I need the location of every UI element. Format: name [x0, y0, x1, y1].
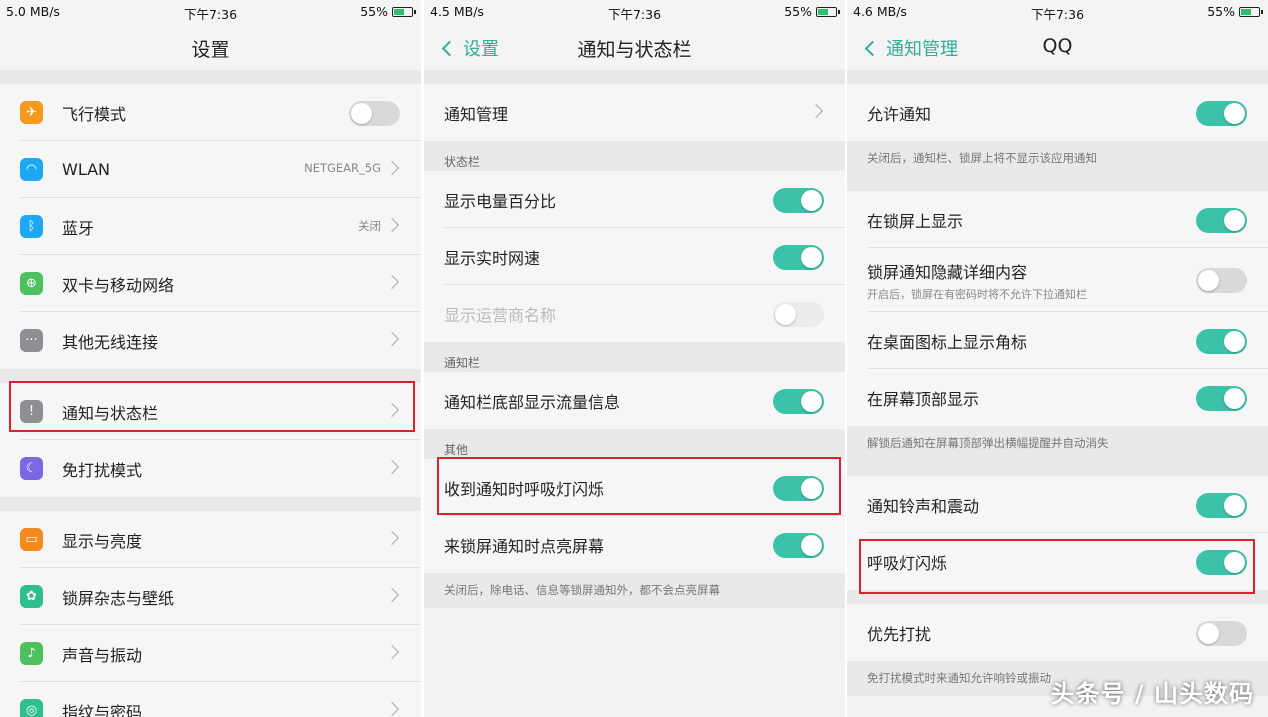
- chevron-right-icon: [384, 331, 400, 347]
- section-header-other: 其他: [424, 429, 845, 459]
- chevron-right-icon: [384, 530, 400, 546]
- qq-notification-panel: 4.6 MB/s 下午7:36 55% 通知管理 QQ 允许通知 关闭后，通知栏…: [847, 0, 1268, 717]
- wake-screen-toggle[interactable]: [773, 533, 824, 558]
- wifi-icon: ◠: [20, 158, 43, 181]
- clock: 下午7:36: [607, 7, 662, 22]
- battery-percent: 55%: [360, 4, 388, 19]
- chevron-right-icon: [384, 402, 400, 418]
- wake-screen-note: 关闭后，除电话、信息等锁屏通知外，都不会点亮屏幕: [424, 573, 845, 608]
- display-icon: ▭: [20, 528, 43, 551]
- lockscreen-hide-item[interactable]: 锁屏通知隐藏详细内容 开启后，锁屏在有密码时将不允许下拉通知栏: [847, 248, 1268, 312]
- traffic-info-item[interactable]: 通知栏底部显示流量信息: [424, 372, 845, 429]
- wlan-value: NETGEAR_5G: [304, 161, 381, 175]
- chevron-right-icon: [384, 274, 400, 290]
- chevron-right-icon: [384, 644, 400, 660]
- chevron-right-icon: [808, 103, 824, 119]
- settings-item-notifications[interactable]: ! 通知与状态栏: [0, 383, 421, 440]
- moon-icon: ☾: [20, 457, 43, 480]
- top-display-note: 解锁后通知在屏幕顶部弹出横幅提醒并自动消失: [847, 426, 1268, 476]
- battery-percent-toggle[interactable]: [773, 188, 824, 213]
- section-header-notification-bar: 通知栏: [424, 342, 845, 372]
- chevron-right-icon: [384, 160, 400, 176]
- battery-percent: 55%: [1207, 4, 1235, 19]
- settings-item-sound[interactable]: ♪ 声音与振动: [0, 625, 421, 682]
- settings-item-dnd[interactable]: ☾ 免打扰模式: [0, 440, 421, 497]
- bluetooth-value: 关闭: [358, 219, 381, 233]
- ringtone-vibrate-item[interactable]: 通知铃声和震动: [847, 476, 1268, 533]
- title-bar: 通知管理 QQ: [847, 24, 1268, 70]
- globe-icon: ⊕: [20, 272, 43, 295]
- battery-percent-item[interactable]: 显示电量百分比: [424, 171, 845, 228]
- chevron-right-icon: [384, 217, 400, 233]
- lockscreen-show-toggle[interactable]: [1196, 208, 1247, 233]
- battery-percent: 55%: [784, 4, 812, 19]
- carrier-name-item[interactable]: 显示运营商名称: [424, 285, 845, 342]
- settings-item-airplane[interactable]: ✈ 飞行模式: [0, 84, 421, 141]
- settings-item-other-wireless[interactable]: ··· 其他无线连接: [0, 312, 421, 369]
- badge-toggle[interactable]: [1196, 329, 1247, 354]
- page-title: 设置: [191, 39, 230, 61]
- clock: 下午7:36: [183, 7, 238, 22]
- battery-icon: [816, 6, 840, 17]
- priority-item[interactable]: 优先打扰: [847, 604, 1268, 661]
- lockscreen-hide-toggle[interactable]: [1196, 268, 1247, 293]
- status-bar: 4.6 MB/s 下午7:36 55%: [847, 0, 1268, 24]
- allow-notification-item[interactable]: 允许通知: [847, 84, 1268, 141]
- title-bar: 设置: [0, 24, 421, 70]
- section-header-statusbar: 状态栏: [424, 141, 845, 171]
- battery-icon: [392, 6, 416, 17]
- breath-light-toggle[interactable]: [1196, 550, 1247, 575]
- lockscreen-show-item[interactable]: 在锁屏上显示: [847, 191, 1268, 248]
- status-bar: 4.5 MB/s 下午7:36 55%: [424, 0, 845, 24]
- page-title: QQ: [1042, 35, 1073, 57]
- flower-icon: ✿: [20, 585, 43, 608]
- page-title: 通知与状态栏: [577, 39, 692, 61]
- badge-item[interactable]: 在桌面图标上显示角标: [847, 312, 1268, 369]
- net-speed-item[interactable]: 显示实时网速: [424, 228, 845, 285]
- settings-panel: 5.0 MB/s 下午7:36 55% 设置 ✈ 飞行模式 ◠ WLAN NET…: [0, 0, 421, 717]
- bluetooth-icon: ᛒ: [20, 215, 43, 238]
- breath-light-item[interactable]: 收到通知时呼吸灯闪烁: [424, 459, 845, 516]
- top-display-toggle[interactable]: [1196, 386, 1247, 411]
- top-display-item[interactable]: 在屏幕顶部显示: [847, 369, 1268, 426]
- allow-notification-toggle[interactable]: [1196, 101, 1247, 126]
- allow-notification-note: 关闭后，通知栏、锁屏上将不显示该应用通知: [847, 141, 1268, 191]
- wake-screen-item[interactable]: 来锁屏通知时点亮屏幕: [424, 516, 845, 573]
- chevron-right-icon: [384, 587, 400, 603]
- settings-item-bluetooth[interactable]: ᛒ 蓝牙 关闭: [0, 198, 421, 255]
- speaker-icon: ♪: [20, 642, 43, 665]
- notification-management-item[interactable]: 通知管理: [424, 84, 845, 141]
- settings-item-wallpaper[interactable]: ✿ 锁屏杂志与壁纸: [0, 568, 421, 625]
- battery-icon: [1239, 6, 1263, 17]
- airplane-icon: ✈: [20, 101, 43, 124]
- fingerprint-icon: ◎: [20, 699, 43, 717]
- breath-light-toggle[interactable]: [773, 476, 824, 501]
- priority-toggle[interactable]: [1196, 621, 1247, 646]
- chevron-right-icon: [384, 701, 400, 717]
- settings-item-fingerprint[interactable]: ◎ 指纹与密码: [0, 682, 421, 717]
- traffic-info-toggle[interactable]: [773, 389, 824, 414]
- breath-light-item[interactable]: 呼吸灯闪烁: [847, 533, 1268, 590]
- more-icon: ···: [20, 329, 43, 352]
- ringtone-vibrate-toggle[interactable]: [1196, 493, 1247, 518]
- airplane-toggle[interactable]: [349, 101, 400, 126]
- notification-statusbar-panel: 4.5 MB/s 下午7:36 55% 设置 通知与状态栏 通知管理 状态栏 显…: [424, 0, 845, 717]
- net-speed-toggle[interactable]: [773, 245, 824, 270]
- settings-item-wlan[interactable]: ◠ WLAN NETGEAR_5G: [0, 141, 421, 198]
- status-bar: 5.0 MB/s 下午7:36 55%: [0, 0, 421, 24]
- exclamation-icon: !: [20, 400, 43, 423]
- title-bar: 设置 通知与状态栏: [424, 24, 845, 70]
- carrier-name-toggle[interactable]: [773, 302, 824, 327]
- clock: 下午7:36: [1030, 7, 1085, 22]
- settings-item-sim[interactable]: ⊕ 双卡与移动网络: [0, 255, 421, 312]
- chevron-right-icon: [384, 459, 400, 475]
- watermark: 头条号 / 山头数码: [1050, 680, 1254, 708]
- settings-item-display[interactable]: ▭ 显示与亮度: [0, 511, 421, 568]
